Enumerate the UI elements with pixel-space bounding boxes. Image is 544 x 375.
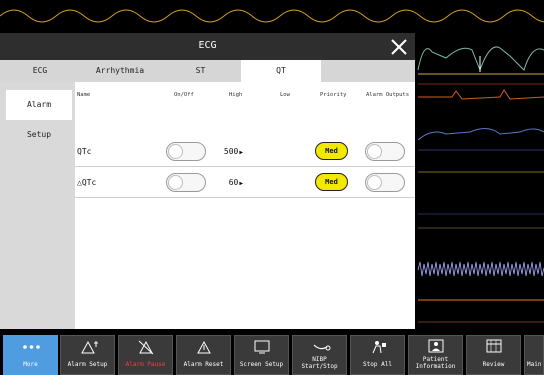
tab-bar: ECG Arrhythmia ST QT xyxy=(0,60,415,82)
tab-st[interactable]: ST xyxy=(160,60,241,82)
nibp-start-stop-button[interactable]: NIBP Start/Stop xyxy=(292,335,347,375)
main-menu-button[interactable]: Main xyxy=(524,335,544,375)
high-limit-dropdown[interactable]: 60▶ xyxy=(203,178,243,187)
nibp-label-line2: Start/Stop xyxy=(301,363,338,370)
column-header-low: Low xyxy=(280,92,290,98)
sidebar: Alarm Setup xyxy=(0,82,75,329)
priority-button[interactable]: Med xyxy=(315,142,348,160)
toggle-knob xyxy=(168,144,183,159)
screen-setup-icon xyxy=(254,340,270,354)
dialog-header: ECG xyxy=(0,33,415,60)
alarm-outputs-toggle[interactable] xyxy=(365,142,405,161)
close-icon[interactable] xyxy=(389,37,409,57)
stop-all-button[interactable]: Stop All xyxy=(350,335,405,375)
patient-info-icon xyxy=(428,339,444,353)
review-label: Review xyxy=(482,361,505,368)
stop-all-label: Stop All xyxy=(363,361,392,368)
toggle-knob xyxy=(168,175,183,190)
column-header-alarm-outputs: Alarm Outputs xyxy=(366,92,410,98)
patient-information-label: Patient Information xyxy=(409,356,462,370)
tab-qt[interactable]: QT xyxy=(241,60,321,82)
review-icon xyxy=(486,339,502,353)
patient-label-line2: Information xyxy=(415,363,456,370)
toggle-knob xyxy=(367,175,382,190)
high-limit-value: 60 xyxy=(228,178,239,187)
onoff-toggle[interactable] xyxy=(166,173,206,192)
tab-arrhythmia[interactable]: Arrhythmia xyxy=(80,60,160,82)
more-dots-icon xyxy=(23,345,40,349)
table-row: QTc 500▶ Med xyxy=(75,137,415,167)
alarm-reset-label: Alarm Reset xyxy=(183,361,224,368)
column-header-name: Name xyxy=(77,92,91,98)
alarm-setup-button[interactable]: Alarm Setup xyxy=(60,335,115,375)
column-header-onoff: On/Off xyxy=(174,92,194,98)
column-header-high: High xyxy=(229,92,243,98)
sidebar-item-alarm[interactable]: Alarm xyxy=(6,90,72,120)
alarm-outputs-toggle[interactable] xyxy=(365,173,405,192)
dialog-title: ECG xyxy=(198,40,217,51)
main-menu-label: Main xyxy=(527,361,542,368)
patient-label-line1: Patient xyxy=(422,356,449,363)
more-button[interactable]: More xyxy=(3,335,58,375)
sidebar-item-setup[interactable]: Setup xyxy=(6,120,72,150)
column-header-priority: Priority xyxy=(320,92,347,98)
alarm-pause-label: Alarm Pause xyxy=(125,361,166,368)
alarm-reset-button[interactable]: Alarm Reset xyxy=(176,335,231,375)
stop-all-icon xyxy=(372,341,386,354)
bottom-toolbar: More Alarm Setup Alarm Pause Alarm Reset… xyxy=(0,333,544,375)
alarm-reset-icon xyxy=(197,340,211,354)
alarm-table: Name On/Off High Low Priority Alarm Outp… xyxy=(75,82,415,329)
alarm-setup-label: Alarm Setup xyxy=(67,361,108,368)
triangle-right-icon: ▶ xyxy=(239,149,243,156)
nibp-label-line1: NIBP xyxy=(312,356,327,363)
alarm-pause-button[interactable]: Alarm Pause xyxy=(118,335,173,375)
priority-button[interactable]: Med xyxy=(315,173,348,191)
review-button[interactable]: Review xyxy=(466,335,521,375)
alarm-setup-icon xyxy=(81,340,98,354)
high-limit-dropdown[interactable]: 500▶ xyxy=(203,147,243,156)
table-row: △QTc 60▶ Med xyxy=(75,168,415,198)
tab-ecg[interactable]: ECG xyxy=(0,60,80,82)
more-label: More xyxy=(23,361,38,368)
screen-setup-label: Screen Setup xyxy=(239,361,284,368)
toggle-knob xyxy=(367,144,382,159)
nibp-cuff-icon xyxy=(313,344,331,351)
onoff-toggle[interactable] xyxy=(166,142,206,161)
nibp-label: NIBP Start/Stop xyxy=(293,356,346,370)
row-name: △QTc xyxy=(77,178,97,187)
ecg-dialog: ECG ECG Arrhythmia ST QT Alarm Setup Nam… xyxy=(0,33,415,329)
row-name: QTc xyxy=(77,147,92,156)
high-limit-value: 500 xyxy=(223,147,239,156)
patient-information-button[interactable]: Patient Information xyxy=(408,335,463,375)
screen-setup-button[interactable]: Screen Setup xyxy=(234,335,289,375)
alarm-pause-icon xyxy=(138,340,154,355)
triangle-right-icon: ▶ xyxy=(239,180,243,187)
